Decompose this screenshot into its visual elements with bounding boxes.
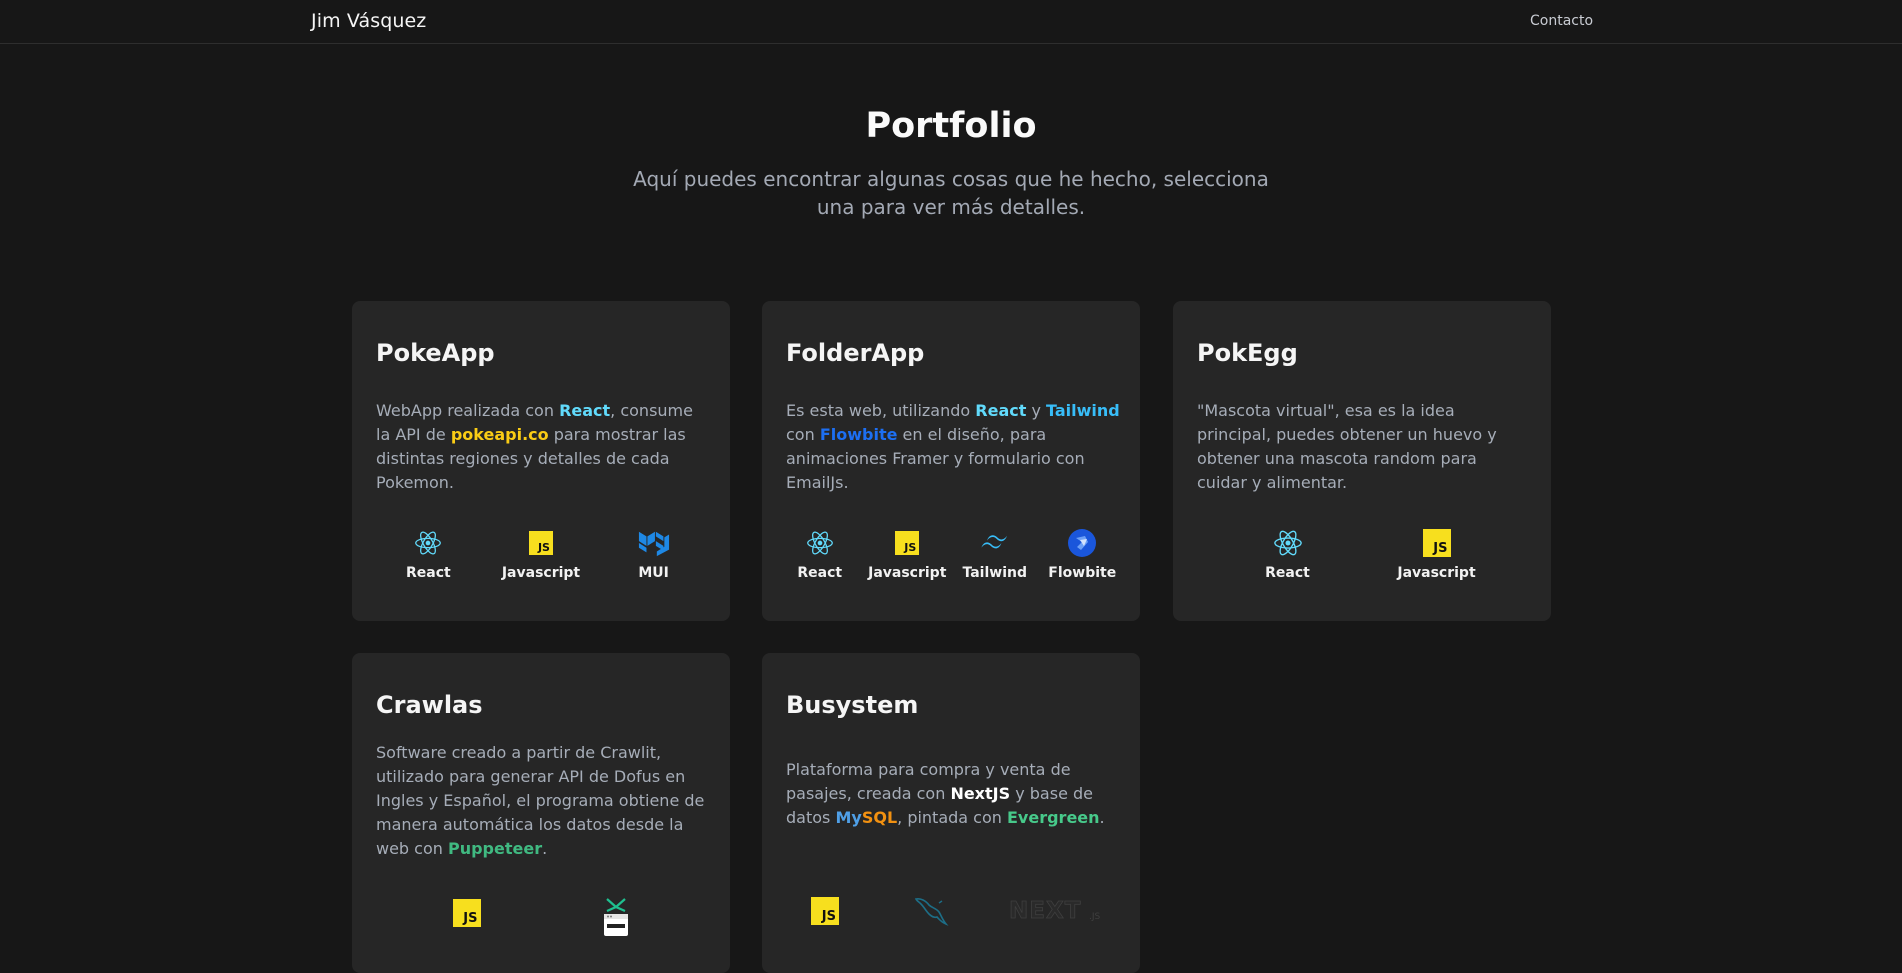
javascript-icon: JS	[891, 527, 923, 559]
tech-label: Javascript	[501, 565, 581, 581]
flowbite-icon	[1066, 527, 1098, 559]
tech-react: React	[1243, 527, 1333, 581]
card-description: Es esta web, utilizando React y Tailwind…	[786, 401, 1120, 492]
react-icon	[412, 527, 444, 559]
tech-label: Javascript	[868, 565, 947, 581]
tailwind-icon	[979, 527, 1011, 559]
card-description: Plataforma para compra y venta de pasaje…	[786, 760, 1105, 827]
tech-label: Flowbite	[1048, 565, 1117, 581]
svg-text:NEXT: NEXT	[1009, 898, 1081, 924]
tech-list: React JS Javascript	[1173, 527, 1551, 581]
card-title: Busystem	[786, 691, 919, 719]
tech-react: React	[780, 527, 860, 581]
tech-javascript: JS Javascript	[496, 527, 586, 581]
react-icon	[1272, 527, 1304, 559]
tech-javascript: JS	[422, 897, 512, 937]
mui-icon	[638, 527, 670, 559]
tech-label: Tailwind	[962, 565, 1027, 581]
nav-link-contacto[interactable]: Contacto	[1530, 13, 1593, 29]
tech-javascript: JS	[790, 895, 860, 927]
project-card-crawlas[interactable]: Crawlas Software creado a partir de Craw…	[352, 653, 730, 973]
project-card-folderapp[interactable]: FolderApp Es esta web, utilizando React …	[762, 301, 1140, 621]
card-title: Crawlas	[376, 691, 483, 719]
tech-list: JS NEXT .JS	[762, 895, 1140, 927]
tech-label: Javascript	[1397, 565, 1476, 581]
tech-list: JS	[352, 897, 730, 937]
svg-text:.JS: .JS	[1089, 912, 1101, 922]
tech-nextjs: NEXT .JS	[1002, 895, 1112, 927]
top-navbar: Jim Vásquez Contacto	[0, 0, 1902, 44]
project-card-pokegg[interactable]: PokEgg "Mascota virtual", esa es la idea…	[1173, 301, 1551, 621]
page-title: Portfolio	[865, 106, 1037, 146]
tech-puppeteer	[571, 897, 661, 937]
card-title: FolderApp	[786, 339, 925, 367]
project-card-pokeapp[interactable]: PokeApp WebApp realizada con React, cons…	[352, 301, 730, 621]
tech-react: React	[383, 527, 473, 581]
tech-javascript: JS Javascript	[1392, 527, 1482, 581]
tech-list: React JS Javascript MUI	[352, 527, 730, 581]
tech-label: React	[405, 565, 451, 581]
page-subtitle: Aquí puedes encontrar algunas cosas que …	[633, 167, 1269, 219]
tech-tailwind: Tailwind	[955, 527, 1035, 581]
nextjs-icon: NEXT .JS	[1009, 895, 1105, 927]
tech-label: MUI	[638, 565, 669, 581]
card-description: "Mascota virtual", esa es la idea princi…	[1197, 401, 1497, 492]
tech-label: React	[797, 565, 843, 581]
javascript-icon: JS	[451, 897, 483, 929]
javascript-icon: JS	[809, 895, 841, 927]
tech-javascript: JS Javascript	[867, 527, 947, 581]
tech-list: React JS Javascript Tailwind Flowbite	[762, 527, 1140, 581]
javascript-icon: JS	[525, 527, 557, 559]
brand-name[interactable]: Jim Vásquez	[311, 10, 426, 32]
react-icon	[804, 527, 836, 559]
card-description: Software creado a partir de Crawlit, uti…	[376, 743, 705, 858]
mysql-icon	[913, 895, 949, 927]
card-title: PokeApp	[376, 339, 495, 367]
puppeteer-icon	[600, 897, 632, 937]
tech-label: React	[1265, 565, 1310, 581]
tech-mui: MUI	[609, 527, 699, 581]
tech-flowbite: Flowbite	[1042, 527, 1122, 581]
card-description: WebApp realizada con React, consume la A…	[376, 401, 693, 492]
tech-mysql	[896, 895, 966, 927]
project-card-busystem[interactable]: Busystem Plataforma para compra y venta …	[762, 653, 1140, 973]
javascript-icon: JS	[1421, 527, 1453, 559]
card-title: PokEgg	[1197, 339, 1298, 367]
